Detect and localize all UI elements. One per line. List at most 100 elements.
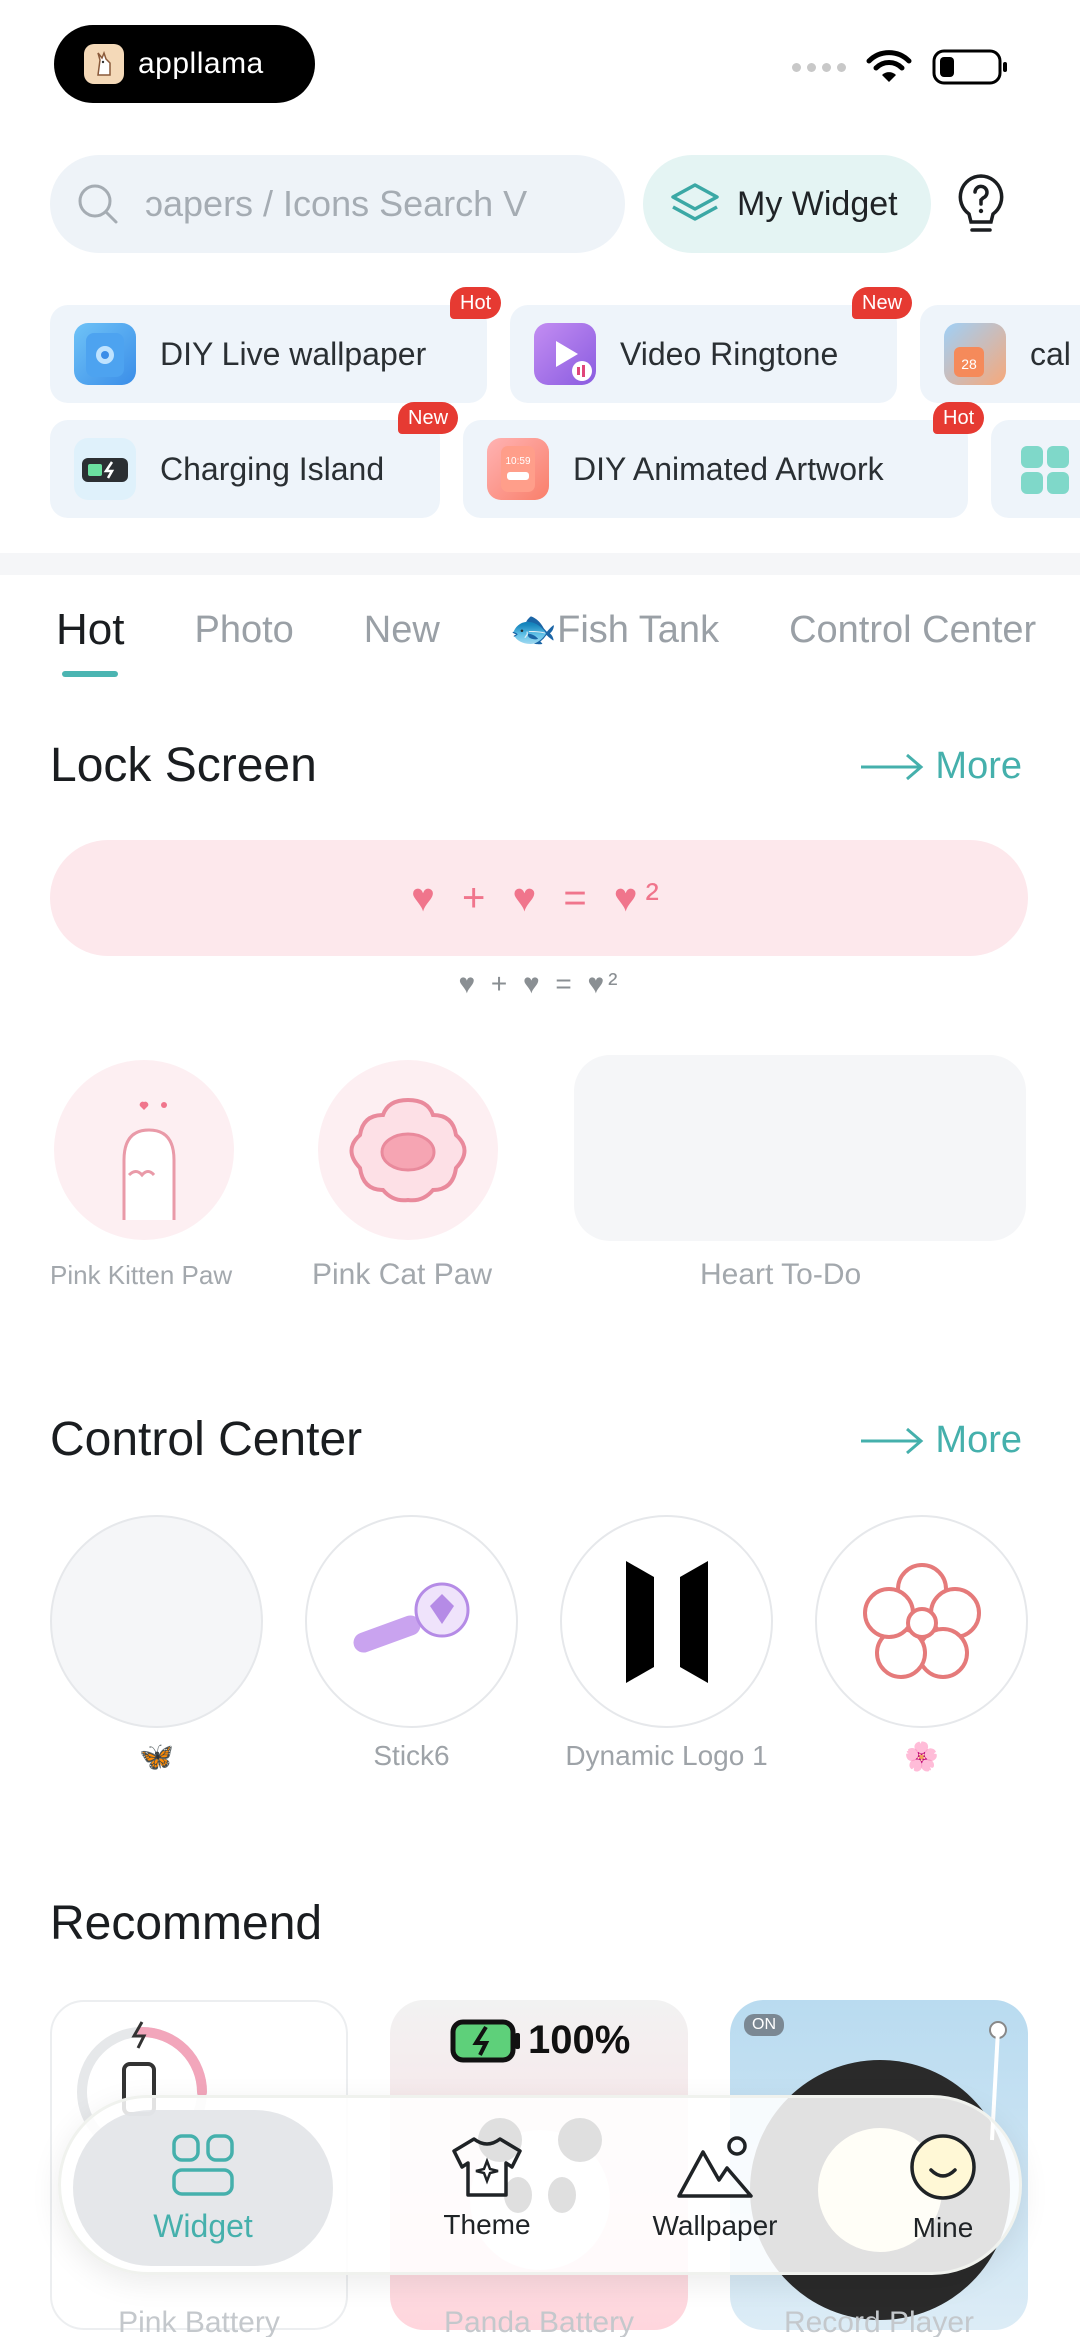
section-divider [0, 553, 1080, 575]
bts-logo-icon [560, 1515, 773, 1728]
cc-item-butterfly[interactable]: 🦋 [50, 1515, 263, 1773]
arrow-right-icon [861, 1427, 924, 1454]
heart-equation-widget[interactable]: ♥ + ♥ = ♥² [50, 840, 1028, 956]
feature-label: DIY Animated Artwork [573, 450, 884, 487]
bottom-navigation-bar: Widget Theme Wallpaper Mine [58, 2095, 1022, 2275]
heart-equation-caption: ♥ + ♥ = ♥² [458, 968, 622, 999]
app-name: appllama [138, 47, 264, 80]
tab-hot[interactable]: Hot [56, 605, 125, 677]
llama-logo-icon [84, 44, 124, 84]
calendar-icon: 28 [944, 323, 1006, 385]
help-bulb-icon[interactable] [955, 172, 1007, 238]
cat-paw-icon [318, 1060, 498, 1240]
feature-diy-live-wallpaper[interactable]: DIY Live wallpaper Hot [50, 287, 502, 403]
tab-label: 🐟Fish Tank [509, 609, 720, 651]
smiley-face-icon [910, 2134, 976, 2200]
nav-theme[interactable]: Theme [377, 2098, 597, 2278]
more-label: More [935, 1419, 1022, 1461]
nav-widget[interactable]: Widget [73, 2110, 333, 2266]
layers-icon [671, 183, 719, 221]
lock-item-label: Pink Cat Paw [312, 1258, 493, 1291]
rec-item-label: Record Player [783, 2306, 975, 2337]
nav-wallpaper[interactable]: Wallpaper [605, 2098, 825, 2278]
feature-more-card[interactable] [991, 420, 1080, 518]
status-bar: appllama [0, 0, 1080, 130]
tab-photo[interactable]: Photo [194, 609, 293, 652]
video-ringtone-icon [534, 323, 596, 385]
cc-item-stick6[interactable]: Stick6 [305, 1515, 518, 1772]
kitten-paw-icon [54, 1060, 234, 1240]
category-tabs: Hot Photo New 🐟Fish Tank Control Center [56, 605, 1080, 677]
tab-fish-tank[interactable]: 🐟Fish Tank [510, 608, 719, 652]
tshirt-icon [452, 2137, 522, 2197]
more-label: More [935, 745, 1022, 787]
feature-label: Video Ringtone [620, 335, 839, 372]
nav-mine[interactable]: Mine [833, 2098, 1053, 2278]
cc-item-dynamic-logo[interactable]: Dynamic Logo 1 [560, 1515, 773, 1772]
new-badge: New [398, 402, 459, 434]
svg-text:10:59: 10:59 [505, 456, 530, 467]
rec-item-label: Panda Battery [443, 2306, 635, 2337]
hot-badge: Hot [450, 287, 502, 319]
control-center-title: Control Center [50, 1413, 363, 1466]
battery-percent-text: 100% [528, 2018, 631, 2062]
svg-text:28: 28 [961, 356, 977, 372]
cc-item-flower[interactable]: 🌸 [815, 1515, 1028, 1773]
feature-label: cal [1030, 335, 1071, 372]
feature-video-ringtone[interactable]: Video Ringtone New [510, 287, 913, 403]
rec-item-label: Pink Battery [118, 2306, 280, 2337]
recommend-title: Recommend [50, 1897, 323, 1950]
tab-new[interactable]: New [364, 609, 440, 652]
charging-battery-icon [450, 2019, 520, 2062]
lock-item-label: Heart To-Do [700, 1258, 862, 1291]
feature-calendar[interactable]: 28 cal [920, 305, 1080, 403]
pink-cat-paw-widget[interactable] [318, 1060, 498, 1240]
heart-equation-text: ♥ + ♥ = ♥² [411, 875, 667, 920]
mountain-icon [677, 2136, 753, 2198]
cc-item-label: 🦋 [139, 1741, 174, 1772]
feature-label: Charging Island [160, 450, 385, 487]
battery-percent-display: 100% [450, 2018, 630, 2063]
feature-diy-animated-artwork[interactable]: 10:59 DIY Animated Artwork Hot [463, 402, 985, 518]
app-indicator-pill[interactable]: appllama [54, 25, 315, 103]
wifi-icon [866, 50, 912, 82]
search-input[interactable]: ɔapers / Icons Search V [50, 155, 625, 253]
lightstick-icon [305, 1515, 518, 1728]
search-placeholder: ɔapers / Icons Search V [145, 183, 528, 224]
lock-item-label: Pink Kitten Paw [50, 1260, 233, 1290]
tab-label: Hot [56, 605, 125, 654]
tab-label: New [363, 608, 440, 651]
search-icon [78, 184, 118, 224]
on-badge: ON [744, 2014, 784, 2036]
widget-grid-icon [172, 2133, 234, 2196]
nav-label: Wallpaper [652, 2210, 778, 2241]
tab-label: Control Center [789, 608, 1037, 651]
animated-artwork-icon: 10:59 [487, 438, 549, 500]
live-wallpaper-icon [74, 323, 136, 385]
tab-control-center[interactable]: Control Center [789, 609, 1036, 652]
cc-item-label: Dynamic Logo 1 [565, 1740, 768, 1771]
lock-screen-more-link[interactable]: More [859, 745, 1022, 788]
charging-island-icon [74, 438, 136, 500]
cc-item-label: Stick6 [373, 1740, 450, 1771]
battery-icon [932, 49, 1007, 85]
status-icons [792, 48, 1008, 86]
nav-label: Mine [912, 2212, 974, 2243]
nav-label: Theme [443, 2209, 531, 2240]
my-widget-button[interactable]: My Widget [643, 155, 931, 253]
grid-tiles-icon [1015, 438, 1077, 500]
cc-item-label: 🌸 [904, 1741, 939, 1772]
hot-badge: Hot [933, 402, 985, 434]
new-badge: New [852, 287, 913, 319]
my-widget-label: My Widget [737, 184, 898, 223]
control-center-more-link[interactable]: More [859, 1419, 1022, 1462]
tab-label: Photo [194, 608, 294, 651]
cc-butterfly-thumb [50, 1515, 263, 1728]
pink-kitten-paw-widget[interactable] [54, 1060, 234, 1240]
lock-screen-title: Lock Screen [50, 739, 317, 792]
heart-todo-widget[interactable] [574, 1055, 1026, 1241]
nav-label: Widget [153, 2207, 253, 2244]
arrow-right-icon [861, 753, 924, 780]
active-tab-indicator [62, 671, 118, 677]
feature-charging-island[interactable]: Charging Island New [50, 402, 459, 518]
